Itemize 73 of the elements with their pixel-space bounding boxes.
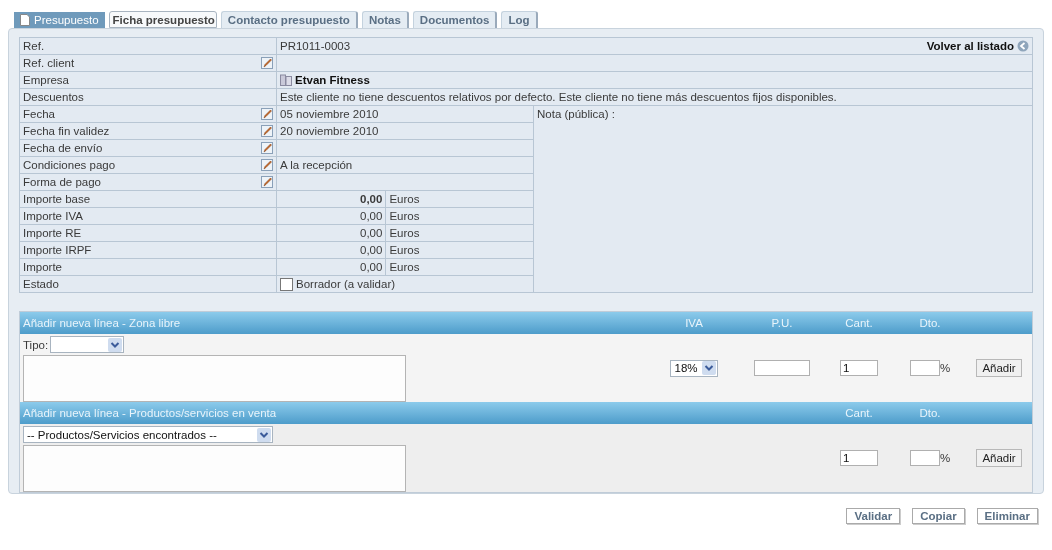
field-label: Importe base xyxy=(23,193,91,205)
amount-value: 0,00 xyxy=(276,241,386,259)
tab[interactable]: Notas xyxy=(361,11,409,28)
percent-sign: % xyxy=(939,362,951,374)
column-header: Dto. xyxy=(918,317,942,329)
field-label: Ref. xyxy=(23,40,45,52)
amount-value: 0,00 xyxy=(276,190,386,208)
field-value: PR1011-0003 xyxy=(280,40,351,52)
discount-field[interactable] xyxy=(909,360,940,376)
vat-select[interactable]: 18% xyxy=(670,359,718,377)
field-label: Importe IRPF xyxy=(23,244,92,256)
dropdown-caret-icon xyxy=(108,337,123,352)
back-to-list-link[interactable]: Volver al listado xyxy=(926,40,1014,52)
edit-pencil-icon[interactable] xyxy=(261,159,273,171)
field-label: Fecha xyxy=(23,108,55,120)
field-label: Fecha fin validez xyxy=(23,125,110,137)
edit-pencil-icon[interactable] xyxy=(261,57,273,69)
column-header: Cant. xyxy=(844,407,874,419)
field-label: Importe RE xyxy=(23,227,82,239)
amount-value: 0,00 xyxy=(276,207,386,225)
section-title: Añadir nueva línea - Productos/servicios en venta xyxy=(22,407,278,419)
column-header: P.U. xyxy=(770,317,794,329)
quantity-field[interactable]: 1 xyxy=(840,360,878,376)
percent-sign: % xyxy=(939,452,951,464)
company-name[interactable]: Etvan Fitness xyxy=(295,74,370,86)
field-value: A la recepción xyxy=(280,159,353,171)
tab[interactable]: Log xyxy=(501,11,538,28)
field-label: Importe IVA xyxy=(23,210,83,222)
action-button[interactable]: Validar xyxy=(846,508,901,524)
discount-field[interactable] xyxy=(909,450,940,466)
add-button[interactable]: Añadir xyxy=(976,359,1022,377)
field-label: Descuentos xyxy=(23,91,84,103)
column-header: Dto. xyxy=(918,407,942,419)
unit-price-field[interactable] xyxy=(754,360,810,376)
document-icon xyxy=(20,14,30,26)
type-label: Tipo: xyxy=(23,338,49,351)
column-header: Cant. xyxy=(844,317,874,329)
tab[interactable]: Documentos xyxy=(412,11,498,28)
dropdown-caret-icon xyxy=(257,427,271,442)
field-label: Empresa xyxy=(23,74,70,86)
product-select[interactable]: -- Productos/Servicios encontrados -- xyxy=(23,426,273,443)
field-label: Fecha de envío xyxy=(23,142,103,154)
edit-pencil-icon[interactable] xyxy=(261,108,273,120)
edit-pencil-icon[interactable] xyxy=(261,125,273,137)
action-button[interactable]: Eliminar xyxy=(976,508,1038,524)
field-label: Estado xyxy=(23,278,59,290)
building-icon xyxy=(280,74,292,86)
note-label: Nota (pública) : xyxy=(537,108,615,120)
amount-value: 0,00 xyxy=(276,224,386,242)
description-textarea[interactable] xyxy=(23,355,406,402)
quantity-field[interactable]: 1 xyxy=(840,450,878,466)
status-label: Borrador (a validar) xyxy=(296,278,396,290)
back-arrow-icon[interactable] xyxy=(1017,40,1029,52)
field-label: Importe xyxy=(23,261,62,273)
edit-pencil-icon[interactable] xyxy=(261,142,273,154)
tab[interactable]: Ficha presupuesto xyxy=(108,11,217,28)
add-button[interactable]: Añadir xyxy=(976,449,1022,467)
edit-pencil-icon[interactable] xyxy=(261,176,273,188)
action-button[interactable]: Copiar xyxy=(912,508,965,524)
section-title: Añadir nueva línea - Zona libre xyxy=(22,317,182,329)
field-label: Condiciones pago xyxy=(23,159,116,171)
field-value: 20 noviembre 2010 xyxy=(280,125,379,137)
dropdown-caret-icon xyxy=(701,361,716,375)
status-checkbox[interactable] xyxy=(280,277,293,291)
type-select[interactable] xyxy=(50,336,125,353)
field-value: Este cliente no tiene descuentos relativos por defecto. Este cliente no tiene más descuentos fijos disponibles. xyxy=(280,91,837,103)
field-value: 05 noviembre 2010 xyxy=(280,108,379,120)
description-textarea[interactable] xyxy=(23,445,406,492)
column-header: IVA xyxy=(684,317,704,329)
field-label: Forma de pago xyxy=(23,176,101,188)
field-label: Ref. client xyxy=(23,57,75,69)
amount-value: 0,00 xyxy=(276,258,386,276)
tab[interactable]: Contacto presupuesto xyxy=(220,11,358,28)
